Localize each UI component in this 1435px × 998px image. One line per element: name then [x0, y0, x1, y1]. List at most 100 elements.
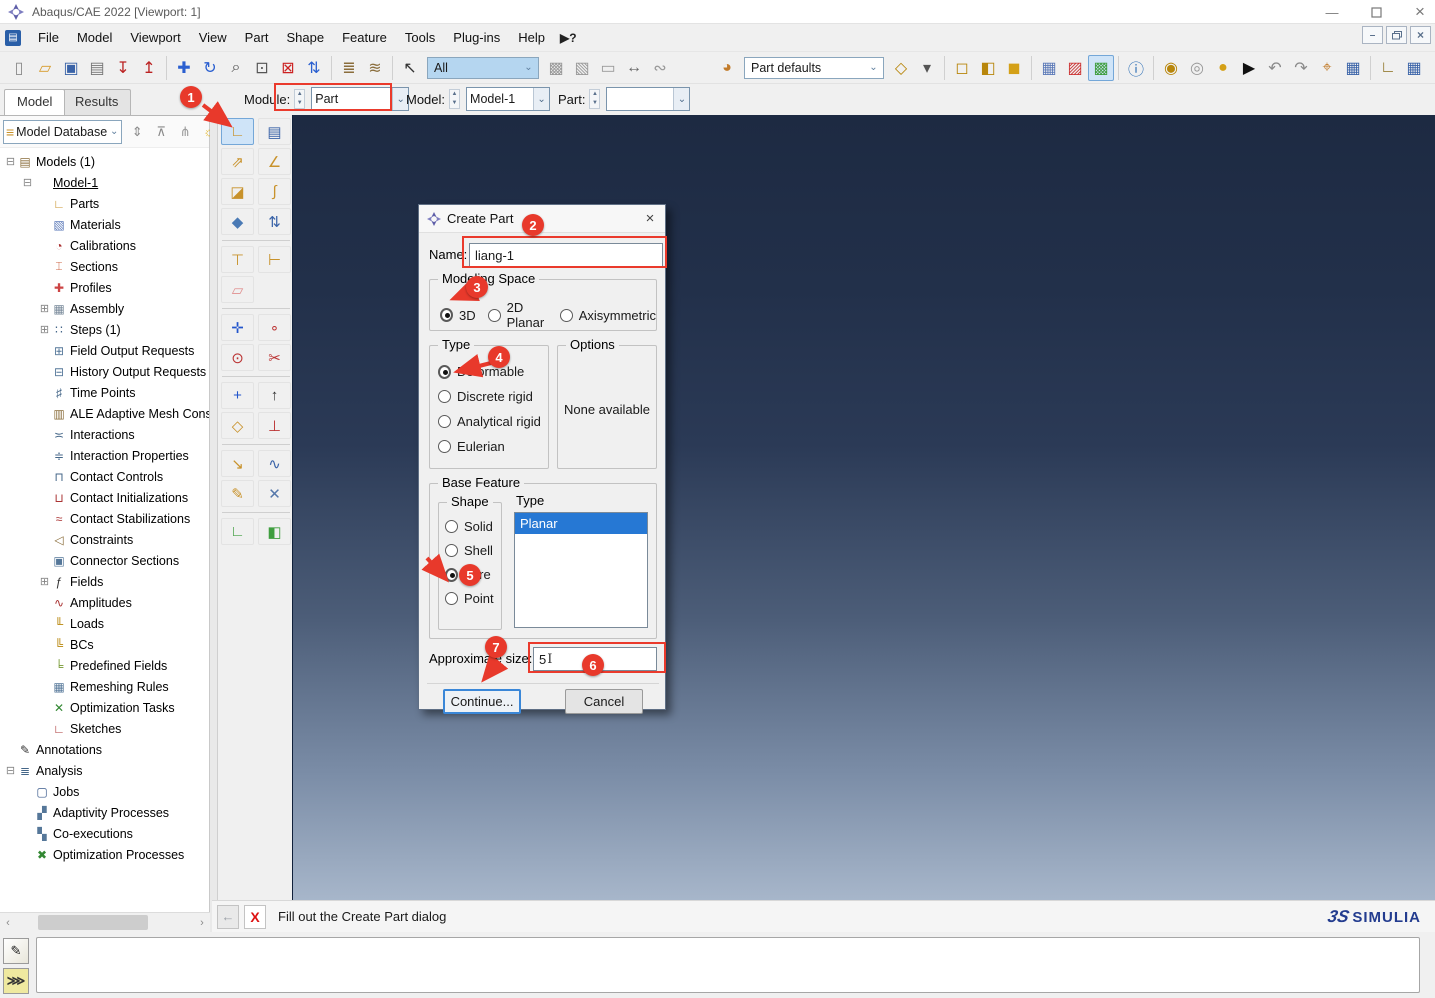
geometry-repair-button[interactable]: ∟: [221, 518, 254, 545]
tree-horizontal-scrollbar[interactable]: ‹ ›: [0, 912, 210, 932]
tree-item[interactable]: ╚ BCs: [0, 634, 209, 655]
tree-item[interactable]: ∟ Parts: [0, 193, 209, 214]
display-group-manager-icon[interactable]: ▦: [1401, 55, 1427, 81]
tree-item[interactable]: ▧ Materials: [0, 214, 209, 235]
expand-toggle-icon[interactable]: ⊞: [38, 323, 51, 336]
rotate-view-icon[interactable]: ↻: [197, 55, 223, 81]
color-code-combo[interactable]: Part defaults ⌄: [744, 57, 884, 79]
translate-sketch-button[interactable]: ↘: [221, 450, 254, 477]
replace-selected-icon[interactable]: ▩: [543, 55, 569, 81]
cut-geometry-button[interactable]: ✂: [258, 344, 291, 371]
pan-view-icon[interactable]: ✚: [171, 55, 197, 81]
managers-icon[interactable]: ▦: [1340, 55, 1366, 81]
tree-item[interactable]: ⌶ Sections: [0, 256, 209, 277]
rectangle-select-icon[interactable]: ▭: [595, 55, 621, 81]
shaded-display-icon[interactable]: ▩: [1088, 55, 1114, 81]
select-cursor-icon[interactable]: ↖: [397, 55, 423, 81]
scroll-left-icon[interactable]: ‹: [0, 917, 16, 929]
menu-shape[interactable]: Shape: [278, 26, 334, 49]
tree-item[interactable]: ⊞ ∷ Steps (1): [0, 319, 209, 340]
tree-item[interactable]: ▢ Jobs: [0, 781, 209, 802]
create-point-button[interactable]: ∘: [258, 314, 291, 341]
context-help-icon[interactable]: ▶?: [560, 31, 577, 45]
expand-toggle-icon[interactable]: ⊟: [4, 764, 17, 777]
geometry-edit-button[interactable]: ◧: [258, 518, 291, 545]
create-planar-shell-button[interactable]: ◪: [221, 178, 254, 205]
model-combo[interactable]: Model-1 ⌄: [466, 87, 550, 111]
menu-viewport[interactable]: Viewport: [121, 26, 189, 49]
expand-toggle-icon[interactable]: ⊞: [38, 302, 51, 315]
merge-ellipse-icon[interactable]: ●: [1210, 55, 1236, 81]
tree-item[interactable]: ⊔ Contact Initializations: [0, 487, 209, 508]
redo-icon[interactable]: ↷: [1288, 55, 1314, 81]
menu-plugins[interactable]: Plug-ins: [444, 26, 509, 49]
tree-item[interactable]: ≑ Interaction Properties: [0, 445, 209, 466]
lasso-select-icon[interactable]: ∾: [647, 55, 673, 81]
tree-item[interactable]: ▣ Connector Sections: [0, 550, 209, 571]
tree-item[interactable]: ╙ Loads: [0, 613, 209, 634]
database-combo[interactable]: ≡ Model Database ⌄: [3, 120, 122, 144]
tree-item[interactable]: ╘ Predefined Fields: [0, 655, 209, 676]
tree-item[interactable]: ⊟ ▤ Models (1): [0, 151, 209, 172]
box-zoom-icon[interactable]: ⊡: [249, 55, 275, 81]
tree-spinner-icon[interactable]: ⇕: [127, 122, 147, 142]
tree-item[interactable]: ≍ Interactions: [0, 424, 209, 445]
tab-results[interactable]: Results: [62, 89, 131, 115]
create-display-group-icon[interactable]: ∟: [1375, 55, 1401, 81]
maximize-button[interactable]: [1367, 4, 1385, 20]
create-round-chamfer-button[interactable]: ◆: [221, 208, 254, 235]
edit-feature-button[interactable]: ⊙: [221, 344, 254, 371]
prompt-cancel-icon[interactable]: X: [244, 905, 266, 929]
modeling-space-radio[interactable]: 2D Planar: [488, 300, 548, 330]
close-button[interactable]: ×: [1411, 4, 1429, 20]
tree-item[interactable]: ▦ Remeshing Rules: [0, 676, 209, 697]
highlight-display-icon[interactable]: ▨: [1062, 55, 1088, 81]
shape-radio[interactable]: Shell: [445, 543, 501, 558]
scrollbar-thumb[interactable]: [38, 915, 148, 930]
tree-item[interactable]: ⊓ Contact Controls: [0, 466, 209, 487]
drag-cube-icon[interactable]: ▧: [569, 55, 595, 81]
measure-icon[interactable]: ↔: [621, 55, 647, 81]
module-spinner[interactable]: ▲▼: [294, 89, 305, 109]
kernel-cli-button[interactable]: ⋙: [3, 968, 29, 994]
color-code-icon[interactable]: ◕: [714, 55, 740, 81]
fit-view-icon[interactable]: ⊠: [275, 55, 301, 81]
type-radio[interactable]: Discrete rigid: [438, 389, 548, 404]
scroll-right-icon[interactable]: ›: [194, 917, 210, 929]
mdi-restore-button[interactable]: [1386, 26, 1407, 44]
render-hidden-icon[interactable]: ◧: [975, 55, 1001, 81]
tree-item[interactable]: ∟ Sketches: [0, 718, 209, 739]
tree-item[interactable]: ◔ Calibrations: [0, 235, 209, 256]
recover-session-icon[interactable]: ↥: [136, 55, 162, 81]
create-shell-extrude-button[interactable]: ∠: [258, 148, 291, 175]
view-cut-icon[interactable]: ≣: [336, 55, 362, 81]
toolbox-options-button[interactable]: ✕: [258, 480, 291, 507]
message-text-area[interactable]: [36, 937, 1420, 993]
create-datum-plane-button[interactable]: ◇: [221, 412, 254, 439]
collapse-folder-icon[interactable]: ⊼: [151, 122, 171, 142]
mirror-part-button[interactable]: ⇅: [258, 208, 291, 235]
part-spinner[interactable]: ▲▼: [589, 89, 600, 109]
tree-item[interactable]: ⊟ ≣ Analysis: [0, 760, 209, 781]
create-part-button[interactable]: ∟: [221, 118, 254, 145]
tree-item[interactable]: ▚ Co-executions: [0, 823, 209, 844]
save-session-icon[interactable]: ↧: [110, 55, 136, 81]
save-model-icon[interactable]: ▣: [58, 55, 84, 81]
menu-view[interactable]: View: [190, 26, 236, 49]
link-items-icon[interactable]: ⋔: [175, 122, 195, 142]
reference-point-icon[interactable]: ⌖: [1314, 55, 1340, 81]
tree-item[interactable]: ⊞ ƒ Fields: [0, 571, 209, 592]
probe-arrow-icon[interactable]: ▶: [1236, 55, 1262, 81]
dialog-close-icon[interactable]: ×: [635, 210, 665, 227]
tree-item[interactable]: ▥ ALE Adaptive Mesh Constraints: [0, 403, 209, 424]
mesh-display-icon[interactable]: ▦: [1036, 55, 1062, 81]
create-datum-point-button[interactable]: +: [221, 382, 254, 409]
cancel-button[interactable]: Cancel: [565, 689, 643, 714]
create-datum-csys-button[interactable]: ⊥: [258, 412, 291, 439]
partition-cell-button[interactable]: ⊤: [221, 246, 254, 273]
delete-sketch-button[interactable]: ✎: [221, 480, 254, 507]
part-manager-button[interactable]: ▤: [258, 118, 291, 145]
menu-tools[interactable]: Tools: [396, 26, 444, 49]
tree-item[interactable]: ✖ Optimization Processes: [0, 844, 209, 865]
tree-item[interactable]: ∿ Amplitudes: [0, 592, 209, 613]
